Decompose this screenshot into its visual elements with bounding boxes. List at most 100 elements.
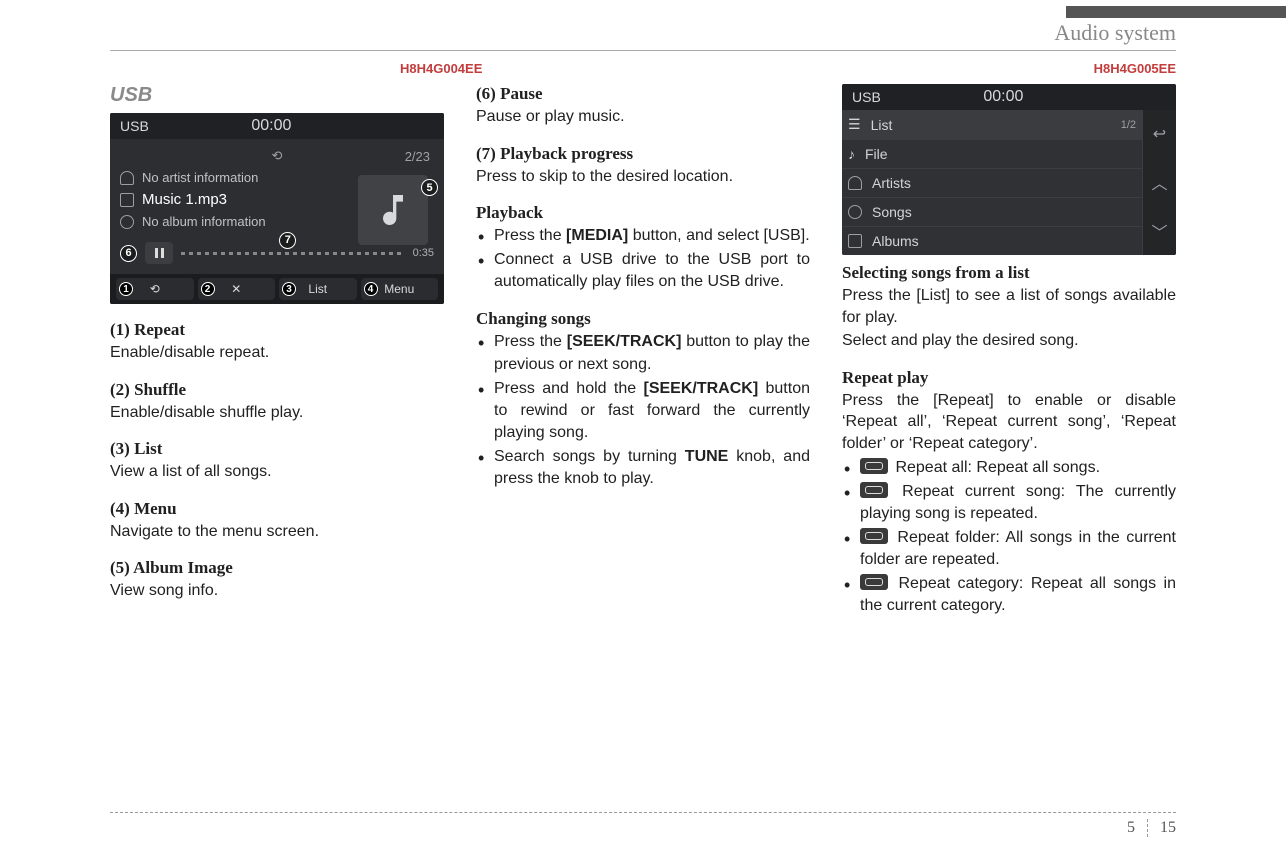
item1-h: (1) Repeat [110,320,444,340]
changing-bullet-3: Search songs by turning TUNE knob, and p… [476,446,810,490]
item2-t: Enable/disable shuffle play. [110,402,444,424]
repeat-heading: Repeat play [842,368,1176,388]
playback-heading: Playback [476,203,810,223]
item6-t: Pause or play music. [476,106,810,128]
scr1-btn-list: 3 List [279,278,357,300]
repeat-bullet-current-text: Repeat current song: The currently playi… [860,483,1176,522]
item3-t: View a list of all songs. [110,461,444,483]
scr2-back-btn: ↩ [1142,110,1176,158]
ch2-bold: [SEEK/TRACK] [643,380,758,397]
repeat-bullet-folder-text: Repeat folder: All songs in the current … [860,529,1176,568]
item6-h: (6) Pause [476,84,810,104]
changing-bullet-1: Press the [SEEK/TRACK] button to play th… [476,331,810,375]
scr1-btn-shuffle: 2 ✕ [198,278,276,300]
item3-h: (3) List [110,439,444,459]
scr2-list-label: List [871,117,893,133]
track-icon [120,193,134,207]
header-accent-bar [1066,6,1286,18]
item4-t: Navigate to the menu screen. [110,521,444,543]
album-icon [120,215,134,229]
column-2: (6) Pause Pause or play music. (7) Playb… [476,84,810,619]
callout-1: 1 [119,282,133,296]
callout-3: 3 [282,282,296,296]
page-footer: 5 15 [110,812,1176,837]
scr2-clock: 00:00 [983,88,1023,106]
page-header-title: Audio system [1054,20,1176,46]
repeat-all-icon [860,458,888,474]
pb1-pre: Press the [494,227,566,244]
progress-bar-mock: 7 [181,252,405,255]
repeat-bullet-category: Repeat category: Repeat all songs in the… [842,573,1176,617]
scr1-btn-repeat: 1 ⟲ [116,278,194,300]
scr2-source: USB [852,89,881,105]
column-3: USB 00:00 ☰ List 1/2 ♪ File Artists [842,84,1176,619]
scr1-source: USB [120,118,149,134]
item5-t: View song info. [110,580,444,602]
ch2-pre: Press and hold the [494,380,643,397]
repeat-category-icon [860,574,888,590]
callout-4: 4 [364,282,378,296]
code-right: H8H4G005EE [1094,61,1176,76]
artists-icon [848,176,862,190]
ch3-pre: Search songs by turning [494,448,685,465]
item7-h: (7) Playback progress [476,144,810,164]
playback-bullet-1: Press the [MEDIA] button, and select [US… [476,225,810,247]
scr2-up-btn: ︿ [1142,158,1176,206]
item4-h: (4) Menu [110,499,444,519]
pb1-bold: [MEDIA] [566,227,628,244]
repeat-bullet-all-text: Repeat all: Repeat all songs. [895,459,1100,476]
scr2-row-file-label: File [865,146,888,162]
repeat-text: Press the [Repeat] to enable or disable … [842,390,1176,455]
albums-icon [848,234,862,248]
list-icon: ☰ [848,116,861,133]
repeat-folder-icon [860,528,888,544]
scr1-artist: No artist information [142,170,258,185]
repeat-icon: ⟲ [150,282,160,296]
scr2-row-artists-label: Artists [872,175,911,191]
scr2-row-albums-label: Albums [872,233,919,249]
usb-player-screenshot: USB 00:00 ⟲ 2/23 No artist information [110,113,444,304]
ch1-pre: Press the [494,333,567,350]
selecting-text-1: Press the [List] to see a list of songs … [842,285,1176,328]
shuffle-icon: ✕ [231,282,241,296]
callout-6: 6 [120,245,137,262]
scr2-row-file: ♪ File [842,139,1142,168]
item1-t: Enable/disable repeat. [110,342,444,364]
scr2-row-songs-label: Songs [872,204,912,220]
scr2-list-header: ☰ List 1/2 [842,110,1142,139]
pause-button-mock [145,242,173,264]
ch1-bold: [SEEK/TRACK] [567,333,682,350]
selecting-text-2: Select and play the desired song. [842,330,1176,352]
repeat-status-icon: ⟲ [272,148,283,164]
item7-t: Press to skip to the desired location. [476,166,810,188]
ch3-bold: TUNE [685,448,729,465]
changing-heading: Changing songs [476,309,810,329]
column-1: USB USB 00:00 ⟲ 2/23 No artist informati… [110,84,444,619]
repeat-bullet-folder: Repeat folder: All songs in the current … [842,527,1176,571]
repeat-bullet-current: Repeat current song: The currently playi… [842,481,1176,525]
playback-bullet-2: Connect a USB drive to the USB port to a… [476,249,810,293]
scr1-track-count: 2/23 [405,149,430,164]
repeat-current-icon [860,482,888,498]
scr1-nowplaying: Music 1.mp3 [142,191,227,208]
scr2-row-albums: Albums [842,226,1142,255]
repeat-bullet-all: Repeat all: Repeat all songs. [842,457,1176,479]
changing-bullet-2: Press and hold the [SEEK/TRACK] button t… [476,378,810,444]
scr2-row-artists: Artists [842,168,1142,197]
scr1-album: No album information [142,214,266,229]
usb-list-screenshot: USB 00:00 ☰ List 1/2 ♪ File Artists [842,84,1176,255]
scr1-clock: 00:00 [251,117,291,135]
artist-icon [120,171,134,185]
footer-page: 15 [1160,819,1176,837]
header-rule [110,50,1176,51]
album-art-placeholder [358,175,428,245]
footer-section: 5 [1127,819,1148,837]
callout-7: 7 [279,232,296,249]
usb-heading: USB [110,84,444,107]
item5-h: (5) Album Image [110,558,444,578]
scr1-btn-list-label: List [308,282,327,296]
pb1-post: button, and select [USB]. [628,227,809,244]
scr2-row-songs: Songs [842,197,1142,226]
file-icon: ♪ [848,146,855,162]
scr1-btn-menu-label: Menu [384,282,414,296]
